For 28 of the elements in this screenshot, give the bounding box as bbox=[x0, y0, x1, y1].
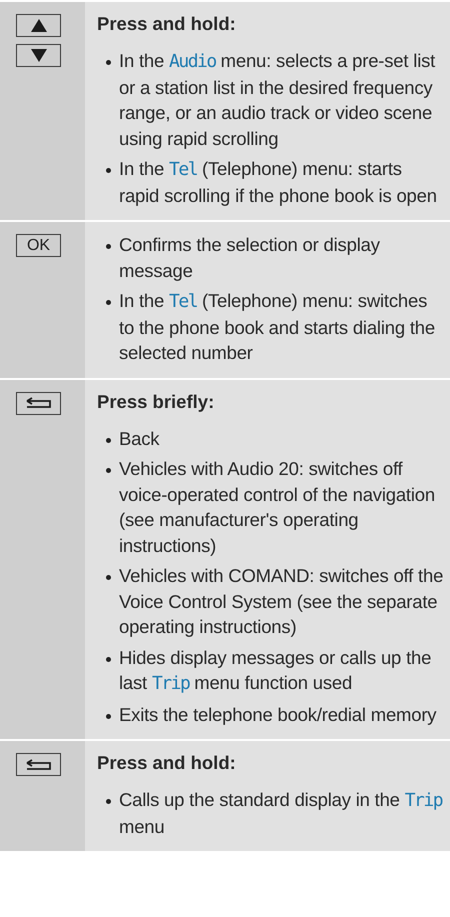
back-arrow-icon bbox=[26, 397, 52, 409]
ok-key: OK bbox=[16, 234, 61, 257]
back-arrow-icon bbox=[26, 758, 52, 770]
bullet-icon bbox=[106, 468, 111, 473]
bullet-text: Exits the telephone book/redial memory bbox=[119, 702, 438, 727]
bullet-icon bbox=[106, 168, 111, 173]
up-triangle-icon bbox=[30, 19, 46, 32]
bullet-text: Hides display messages or calls up the last Trip menu function used bbox=[119, 646, 432, 696]
bullet-text: Back bbox=[119, 426, 160, 450]
bullet-icon bbox=[106, 300, 111, 305]
bullet-text: Vehicles with COMAND: switches off the Voice Control System (see the separate operating instructions) bbox=[119, 564, 444, 639]
bullet-text: Confirms the selection or display message bbox=[119, 233, 381, 283]
down-triangle-icon bbox=[30, 49, 46, 62]
bullet-text: Vehicles with Audio 20: switches off voice-operated control of the navigation (see manufacturer's operating instructions) bbox=[119, 457, 436, 558]
bullet-icon bbox=[106, 714, 111, 718]
bullet-icon bbox=[106, 244, 111, 249]
section-heading: Press briefly: bbox=[97, 390, 216, 414]
bullet-text: In the Tel (Telephone) menu: switches to the phone book and starts dialing the selected number bbox=[119, 289, 436, 365]
section-heading: Press and hold: bbox=[97, 751, 237, 775]
bullet-text: In the Tel (Telephone) menu: starts rapid scrolling if the phone book is open bbox=[119, 157, 438, 208]
bullet-icon bbox=[106, 438, 111, 442]
bullet-icon bbox=[106, 656, 111, 662]
bullet-text: In the Audio menu: selects a pre-set list or a station list in the desired frequency range, or an audio track or video scene using rapid scrolling bbox=[119, 49, 436, 151]
bullet-icon bbox=[106, 60, 111, 65]
bullet-icon bbox=[106, 799, 111, 804]
bullet-text: Calls up the standard display in the Trip menu bbox=[119, 788, 444, 838]
section-heading: Press and hold: bbox=[97, 12, 237, 36]
bullet-icon bbox=[106, 575, 111, 580]
